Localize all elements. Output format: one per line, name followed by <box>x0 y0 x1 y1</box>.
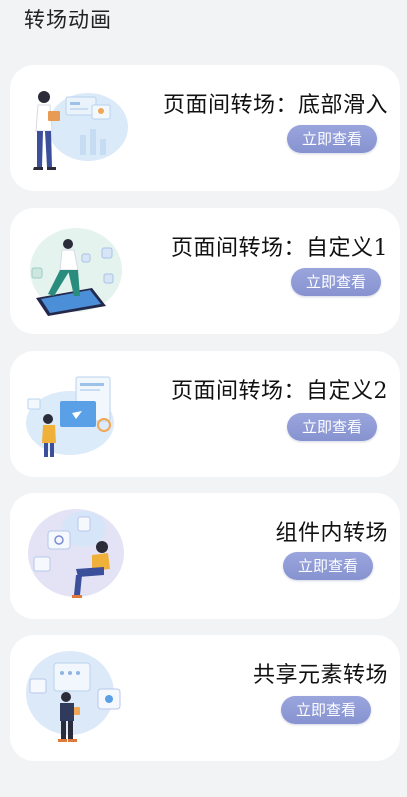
card-title: 页面间转场：自定义2 <box>171 379 388 404</box>
card-bottom-slide[interactable]: 页面间转场：底部滑入 立即查看 <box>10 65 400 191</box>
person-with-phone-illustration <box>26 651 121 742</box>
view-now-button[interactable]: 立即查看 <box>287 413 377 441</box>
card-component-transition[interactable]: 组件内转场 立即查看 <box>10 493 400 619</box>
card-title: 页面间转场：底部滑入 <box>162 93 388 118</box>
view-now-button[interactable]: 立即查看 <box>287 125 377 153</box>
card-title: 共享元素转场 <box>252 663 388 688</box>
person-with-dashboard-illustration <box>26 376 114 457</box>
person-with-boards-illustration <box>33 91 128 170</box>
view-now-button[interactable]: 立即查看 <box>291 268 381 296</box>
card-custom-2[interactable]: 页面间转场：自定义2 立即查看 <box>10 351 400 477</box>
card-title: 页面间转场：自定义1 <box>171 236 388 261</box>
view-now-button[interactable]: 立即查看 <box>281 696 371 724</box>
card-custom-1[interactable]: 页面间转场：自定义1 立即查看 <box>10 208 400 334</box>
view-now-button[interactable]: 立即查看 <box>283 552 373 580</box>
card-title: 组件内转场 <box>275 521 388 546</box>
card-shared-element[interactable]: 共享元素转场 立即查看 <box>10 635 400 761</box>
person-seated-with-icons-illustration <box>28 509 124 598</box>
person-on-phone-illustration <box>30 228 122 316</box>
page-title: 转场动画 <box>24 8 112 32</box>
